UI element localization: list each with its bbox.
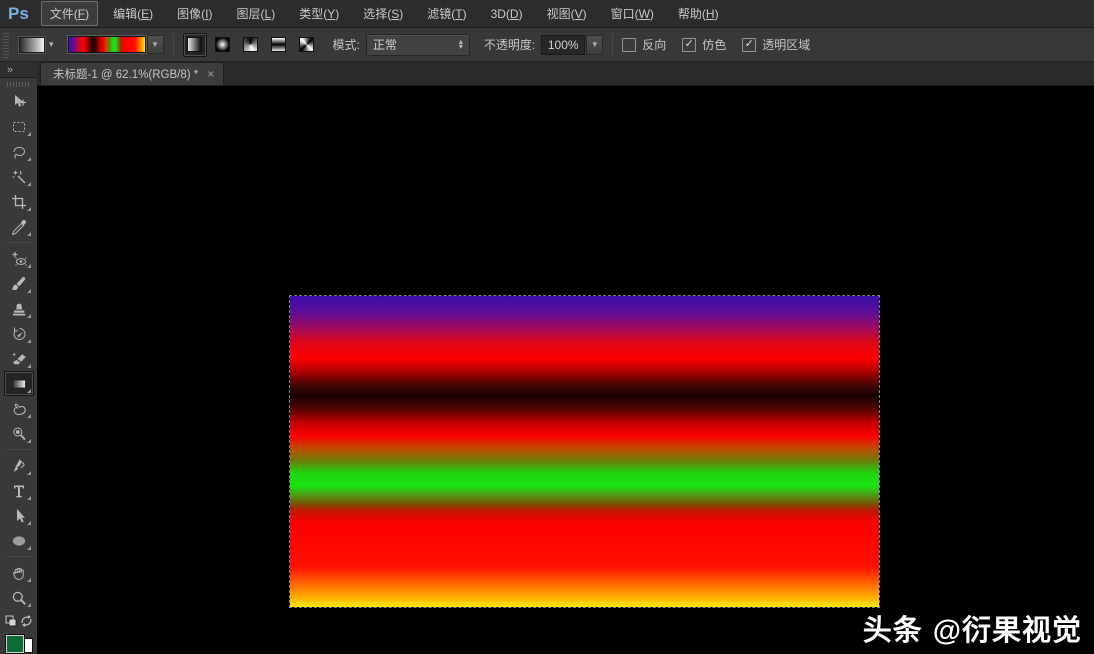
menu-items: 文件(F)编辑(E)图像(I) 图层(L)类型(Y)选择(S)滤镜(T) 3D(D)… [38, 0, 731, 27]
separator [612, 33, 613, 57]
opacity-label: 不透明度: [484, 36, 535, 53]
menu-bar: Ps 文件(F)编辑(E)图像(I) 图层(L)类型(Y)选择(S)滤镜(T) 3D… [0, 0, 1094, 28]
checkbox-label: 仿色 [702, 36, 726, 53]
gradient-tool[interactable] [4, 371, 34, 396]
foreground-color-swatch[interactable] [5, 634, 25, 654]
tools-panel: » [0, 62, 37, 654]
move-tool[interactable] [4, 89, 34, 114]
menu-item-e[interactable]: 编辑(E) [104, 1, 162, 26]
linear-gradient-button[interactable] [183, 33, 207, 57]
opacity-dropdown-button[interactable]: ▾ [586, 35, 603, 55]
checkbox-2[interactable]: ✓ [742, 38, 756, 52]
diamond-gradient-icon [299, 37, 314, 52]
swap-colors-icon[interactable] [20, 614, 33, 632]
menu-item-s[interactable]: 选择(S) [354, 1, 412, 26]
tool-group-separator [6, 242, 32, 243]
menu-item-f[interactable]: 文件(F) [41, 1, 98, 26]
healing-brush-tool[interactable] [4, 246, 34, 271]
checkbox-label: 反向 [642, 36, 666, 53]
rectangular-marquee-tool[interactable] [4, 114, 34, 139]
color-swatches [4, 634, 34, 654]
magic-wand-tool[interactable] [4, 164, 34, 189]
ellipse-tool[interactable] [4, 528, 34, 553]
photoshop-logo: Ps [0, 4, 38, 24]
collapse-panel-icon[interactable]: » [7, 64, 12, 76]
menu-item-w[interactable]: 窗口(W) [602, 1, 663, 26]
type-tool[interactable] [4, 478, 34, 503]
canvas-area[interactable]: 头条 @衍果视觉 [37, 86, 1094, 654]
watermark: 头条 @衍果视觉 [863, 607, 1082, 649]
path-selection-tool[interactable] [4, 503, 34, 528]
option-checkboxes: 反向 ✓ 仿色 ✓ 透明区域 [622, 36, 826, 53]
dodge-tool[interactable] [4, 421, 34, 446]
gradient-picker-dropdown-button[interactable]: ▾ [147, 35, 164, 54]
radial-gradient-button[interactable] [211, 33, 235, 57]
menu-item-l[interactable]: 图层(L) [228, 1, 285, 26]
checkbox-1[interactable]: ✓ [682, 38, 696, 52]
tool-options-bar: ▾ ▾ 模式: 正常 ▴▾ 不透明度: 100% ▾ 反向 ✓ 仿色 ✓ 透明区域 [0, 28, 1094, 62]
checkbox-label: 透明区域 [762, 36, 810, 53]
menu-item-y[interactable]: 类型(Y) [290, 1, 348, 26]
opacity-input[interactable]: 100% [541, 35, 585, 55]
chevron-down-icon: ▾ [49, 40, 54, 49]
menu-item-t[interactable]: 滤镜(T) [418, 1, 475, 26]
hand-tool[interactable] [4, 560, 34, 585]
gradient-fill-selection[interactable] [290, 296, 879, 607]
menu-item-h[interactable]: 帮助(H) [669, 1, 728, 26]
lasso-tool[interactable] [4, 139, 34, 164]
clone-stamp-tool[interactable] [4, 296, 34, 321]
history-brush-tool[interactable] [4, 321, 34, 346]
mode-label: 模式: [333, 36, 360, 53]
tool-group-separator [6, 449, 32, 450]
pen-tool[interactable] [4, 453, 34, 478]
menu-item-i[interactable]: 图像(I) [168, 1, 221, 26]
gradient-tool-preset-icon [19, 37, 45, 53]
angle-gradient-button[interactable] [239, 33, 263, 57]
tool-preset-picker[interactable]: ▾ [15, 35, 60, 55]
linear-gradient-icon [187, 37, 202, 52]
document-tab-bar: 未标题-1 @ 62.1%(RGB/8) * × [37, 62, 1094, 86]
reflected-gradient-button[interactable] [267, 33, 291, 57]
zoom-tool[interactable] [4, 585, 34, 610]
blend-mode-value: 正常 [373, 36, 397, 53]
diamond-gradient-button[interactable] [295, 33, 319, 57]
tools-panel-header: » [0, 62, 37, 78]
tool-group-separator [6, 556, 32, 557]
watermark-handle: @衍果视觉 [933, 607, 1082, 649]
menu-item-d[interactable]: 3D(D) [482, 3, 532, 25]
reflected-gradient-icon [271, 37, 286, 52]
tools-panel-grip[interactable] [7, 82, 31, 87]
angle-gradient-icon [243, 37, 258, 52]
watermark-brand: 头条 [863, 607, 923, 649]
crop-tool[interactable] [4, 189, 34, 214]
eraser-tool[interactable] [4, 346, 34, 371]
spinner-arrows-icon: ▴▾ [459, 40, 463, 49]
options-bar-grip[interactable] [3, 32, 9, 58]
smudge-tool[interactable] [4, 396, 34, 421]
chevron-down-icon: ▾ [592, 40, 597, 49]
radial-gradient-icon [215, 37, 230, 52]
chevron-down-icon: ▾ [153, 40, 158, 49]
default-colors-icon[interactable] [5, 614, 17, 632]
menu-item-v[interactable]: 视图(V) [538, 1, 596, 26]
document-tab-title: 未标题-1 @ 62.1%(RGB/8) * [53, 66, 198, 82]
blend-mode-select[interactable]: 正常 ▴▾ [366, 34, 470, 56]
gradient-preview-bar[interactable] [68, 36, 146, 53]
gradient-type-buttons [183, 33, 319, 57]
checkbox-0[interactable] [622, 38, 636, 52]
eyedropper-tool[interactable] [4, 214, 34, 239]
separator [173, 33, 174, 57]
document-tab[interactable]: 未标题-1 @ 62.1%(RGB/8) * × [40, 62, 224, 85]
close-icon[interactable]: × [207, 68, 214, 80]
brush-tool[interactable] [4, 271, 34, 296]
